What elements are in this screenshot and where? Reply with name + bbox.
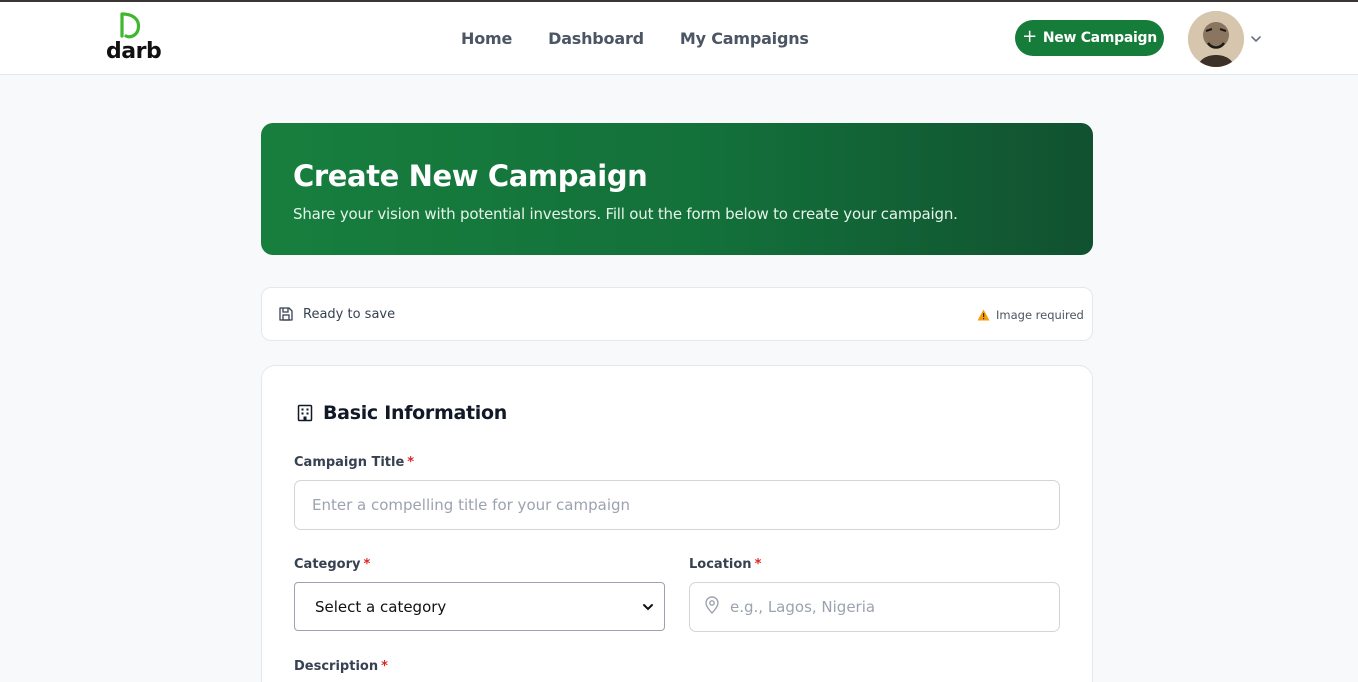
category-select-value: Select a category [315,597,447,616]
required-mark: * [381,659,388,674]
campaign-title-input[interactable]: Enter a compelling title for your campai… [294,480,1060,530]
nav-dashboard-link[interactable]: Dashboard [548,29,644,48]
chevron-down-icon[interactable] [1249,32,1263,46]
map-pin-icon [705,596,719,614]
campaign-title-label: Campaign Title * [294,455,414,470]
campaign-title-placeholder: Enter a compelling title for your campai… [312,496,631,514]
chevron-down-icon [643,603,653,610]
page-title: Create New Campaign [293,159,648,193]
page-subtitle: Share your vision with potential investo… [293,205,958,223]
location-placeholder: e.g., Lagos, Nigeria [730,598,876,616]
new-campaign-button[interactable]: + New Campaign [1015,20,1164,56]
nav-home-link[interactable]: Home [461,29,512,48]
required-mark: * [363,557,371,572]
basic-information-card: Basic Information Campaign Title * Enter … [261,365,1093,682]
save-icon [279,307,293,321]
required-mark: * [407,455,415,470]
category-select[interactable]: Select a category [294,582,665,631]
plus-icon: + [1022,26,1037,47]
save-status-text: Ready to save [303,307,396,322]
main-nav: Home Dashboard My Campaigns [461,29,809,48]
description-label: Description * [294,659,388,674]
location-label-text: Location [689,557,752,572]
required-mark: * [754,557,762,572]
image-required-warning: Image required [996,308,1084,322]
user-avatar[interactable] [1188,11,1244,67]
campaign-title-label-text: Campaign Title [294,455,405,470]
warning-icon [977,309,990,321]
category-label: Category * [294,557,370,572]
darb-logo[interactable]: darb [106,12,162,64]
create-campaign-hero: Create New Campaign Share your vision wi… [261,123,1093,255]
location-label: Location * [689,557,761,572]
top-navbar: darb Home Dashboard My Campaigns + New C… [0,2,1358,75]
section-title: Basic Information [323,402,507,424]
nav-my-campaigns-link[interactable]: My Campaigns [680,29,809,48]
avatar-image-icon [1188,11,1244,67]
category-label-text: Category [294,557,361,572]
description-label-text: Description [294,659,379,674]
building-icon [297,404,313,422]
logo-text: darb [106,39,162,64]
logo-mark-icon [120,12,141,39]
save-status-bar: Ready to save Image required [261,287,1093,341]
location-input[interactable]: e.g., Lagos, Nigeria [689,582,1060,632]
new-campaign-label: New Campaign [1042,30,1157,46]
